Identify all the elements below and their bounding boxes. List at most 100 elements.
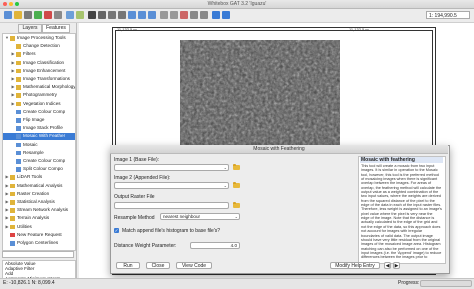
view-code-button[interactable]: View Code	[176, 262, 212, 269]
vector-icon[interactable]	[76, 11, 84, 19]
expand-toggle-icon[interactable]: ▶	[5, 174, 9, 181]
tree-item[interactable]: ▶ Stream Network Analysis	[3, 207, 75, 214]
tree-item-label: Create Colour Comp	[23, 158, 66, 163]
digitize-icon[interactable]	[190, 11, 198, 19]
image2-browse-icon[interactable]	[233, 182, 240, 188]
open-folder-icon[interactable]	[14, 11, 22, 19]
tree-item[interactable]: Flip Image	[3, 117, 75, 124]
tab-features[interactable]: Features	[42, 24, 70, 33]
run-button[interactable]: Run	[116, 262, 140, 269]
tree-item[interactable]: Polygon Centerlines	[3, 240, 75, 247]
tool-icon	[16, 93, 21, 98]
image2-combo[interactable]: ⌄	[114, 182, 229, 189]
tree-item[interactable]: Mosaic With Feather	[3, 133, 75, 140]
save-icon[interactable]	[24, 11, 32, 19]
expand-toggle-icon[interactable]: ▶	[11, 92, 15, 99]
image1-browse-icon[interactable]	[233, 164, 240, 170]
help-icon[interactable]	[222, 11, 230, 19]
scale-field[interactable]: 1: 194,990.5	[426, 11, 470, 19]
zoom-out-icon[interactable]	[118, 11, 126, 19]
expand-toggle-icon[interactable]: ▼	[5, 35, 9, 42]
add-layer-icon[interactable]	[34, 11, 42, 19]
tree-item[interactable]: ▶ Mathematical Analysis	[3, 183, 75, 190]
tree-item[interactable]: ▶ Terrain Analysis	[3, 215, 75, 222]
select-icon[interactable]	[88, 11, 96, 19]
next-extent-icon[interactable]	[148, 11, 156, 19]
pan-icon[interactable]	[98, 11, 106, 19]
match-histogram-checkbox[interactable]: ✓	[114, 228, 119, 233]
expand-toggle-icon[interactable]: ▶	[5, 207, 9, 214]
modify-help-button[interactable]: Modify Help Entry	[330, 262, 380, 269]
tool-icon	[10, 241, 15, 246]
expand-toggle-icon[interactable]: ▶	[5, 224, 9, 231]
progress-bar	[420, 280, 472, 287]
expand-toggle-icon[interactable]: ▶	[11, 76, 15, 83]
tree-item[interactable]: ▼ Image Processing Tools	[3, 35, 75, 42]
expand-toggle-icon[interactable]: ▶	[5, 191, 9, 198]
tree-item[interactable]: ▶ Image Transformations	[3, 76, 75, 83]
image1-combo[interactable]: ⌄	[114, 164, 229, 171]
expand-toggle-icon[interactable]: ▶	[5, 199, 9, 206]
delete-feature-icon[interactable]	[200, 11, 208, 19]
tool-search-input[interactable]	[2, 251, 74, 258]
output-browse-icon[interactable]	[233, 202, 240, 208]
tool-icon	[16, 68, 21, 74]
tree-item-label: Stream Network Analysis	[17, 207, 69, 213]
tree-item[interactable]: Image Stack Profile	[3, 125, 75, 132]
tree-item[interactable]: ▶ Vegetation Indices	[3, 101, 75, 108]
tree-item[interactable]: Change Detection	[3, 43, 75, 50]
raster-icon[interactable]	[66, 11, 74, 19]
distance-weight-input[interactable]: 4.0	[190, 242, 240, 249]
remove-layer-icon[interactable]	[44, 11, 52, 19]
zoom-in-icon[interactable]	[108, 11, 116, 19]
zoom-extent-icon[interactable]	[128, 11, 136, 19]
edit-icon[interactable]	[180, 11, 188, 19]
tree-item[interactable]: Split Colour Compo	[3, 166, 75, 173]
help-forward-icon[interactable]: ▶	[393, 262, 400, 269]
expand-toggle-icon[interactable]: ▶	[11, 68, 15, 75]
image2-label: Image 2 (Appended File):	[114, 175, 171, 181]
tool-icon	[10, 191, 15, 197]
measure-icon[interactable]	[160, 11, 168, 19]
tool-icon	[16, 167, 21, 172]
map-coord-top-right: 11,132.5 m	[349, 27, 369, 32]
tree-item[interactable]: ▶ Statistical Analysis	[3, 199, 75, 206]
tree-item[interactable]: Mosaic	[3, 142, 75, 149]
tree-item-label: Image Transformations	[23, 76, 70, 81]
expand-toggle-icon[interactable]: ▶	[11, 51, 15, 58]
resample-select[interactable]: nearest neighbour ⌄	[160, 213, 240, 220]
expand-toggle-icon[interactable]: ▶	[5, 183, 9, 190]
refresh-icon[interactable]	[212, 11, 220, 19]
tree-item[interactable]: ▶ LiDAR Tools	[3, 174, 75, 181]
print-icon[interactable]	[54, 11, 62, 19]
tree-item[interactable]: Create Colour Comp	[3, 158, 75, 165]
tree-item[interactable]: ▶ Mathematical Morphology	[3, 84, 75, 91]
expand-toggle-icon[interactable]: ▶	[11, 60, 15, 67]
tool-icon	[10, 183, 15, 189]
expand-toggle-icon[interactable]: ▶	[5, 215, 9, 222]
tree-item[interactable]: ▶ Photogrammetry	[3, 92, 75, 99]
previous-extent-icon[interactable]	[138, 11, 146, 19]
tree-item-label: Utilities	[17, 223, 32, 229]
tree-item[interactable]: ▶ Filters	[3, 51, 75, 58]
tree-item-label: Filters	[23, 51, 36, 57]
tree-item[interactable]: Resample	[3, 150, 75, 157]
tree-item-label: Mathematical Morphology	[23, 84, 76, 90]
tool-icon	[16, 134, 21, 139]
tree-item[interactable]: ▶ Raster Creation	[3, 191, 75, 198]
open-file-icon[interactable]	[4, 11, 12, 19]
tab-layers[interactable]: Layers	[18, 24, 42, 33]
tree-item[interactable]: ▶ Image Enhancement	[3, 68, 75, 75]
expand-toggle-icon[interactable]: ▶	[11, 101, 15, 108]
expand-toggle-icon[interactable]: ▶	[11, 84, 15, 91]
tree-item[interactable]: ▶ Utilities	[3, 224, 75, 231]
tool-icon	[16, 109, 21, 115]
raster-image	[180, 40, 340, 158]
tree-item[interactable]: ▶ Image Classification	[3, 60, 75, 67]
output-field[interactable]	[114, 202, 229, 209]
tree-item[interactable]: Create Colour Comp	[3, 109, 75, 116]
tree-item[interactable]: New Feature Request	[3, 232, 75, 239]
identify-icon[interactable]	[170, 11, 178, 19]
help-back-icon[interactable]: ◀	[384, 262, 391, 269]
close-button[interactable]: Close	[146, 262, 170, 269]
